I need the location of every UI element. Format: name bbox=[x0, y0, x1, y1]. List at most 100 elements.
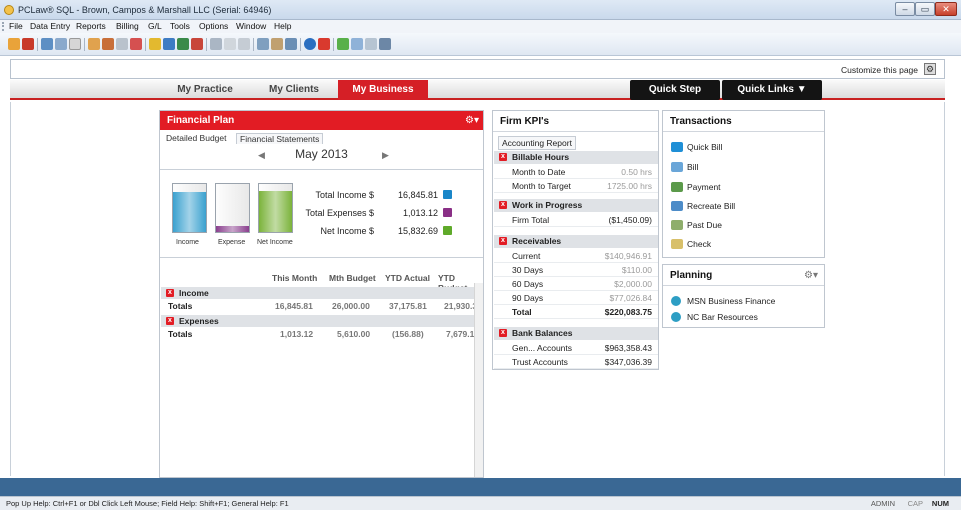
menu-file[interactable]: File bbox=[9, 21, 23, 31]
paste-icon[interactable] bbox=[285, 38, 297, 50]
next-month-arrow-icon[interactable]: ▶ bbox=[382, 150, 389, 161]
gear-icon[interactable]: ⚙▾ bbox=[804, 265, 818, 286]
cut-icon[interactable] bbox=[271, 38, 283, 50]
collapse-icon[interactable]: x bbox=[499, 237, 507, 245]
work-in-progress-header[interactable]: x Work in Progress bbox=[494, 199, 658, 212]
tab-accounting-report[interactable]: Accounting Report bbox=[498, 136, 576, 150]
time-entry-icon[interactable] bbox=[8, 38, 20, 50]
customize-page-link[interactable]: Customize this page bbox=[841, 65, 918, 75]
total-expenses-label: Total Expenses $ bbox=[305, 208, 374, 218]
tab-detailed-budget[interactable]: Detailed Budget bbox=[166, 133, 227, 143]
quick-step-button[interactable]: Quick Step bbox=[630, 80, 720, 100]
tools-icon[interactable] bbox=[365, 38, 377, 50]
add-icon[interactable] bbox=[337, 38, 349, 50]
kpi-row: 30 Days $110.00 bbox=[494, 263, 658, 277]
billing-icon[interactable] bbox=[149, 38, 161, 50]
drill-down-icon[interactable] bbox=[443, 208, 452, 217]
menu-window[interactable]: Window bbox=[236, 21, 266, 31]
income-gauge bbox=[172, 183, 207, 233]
tab-my-clients[interactable]: My Clients bbox=[250, 80, 338, 100]
income-totals-label: Totals bbox=[168, 301, 193, 311]
payment-icon bbox=[671, 182, 683, 192]
vertical-scrollbar[interactable] bbox=[474, 283, 483, 477]
expense-gauge bbox=[215, 183, 250, 233]
reports-icon[interactable] bbox=[210, 38, 222, 50]
kpi-value: $77,026.84 bbox=[609, 293, 652, 303]
tasks-icon[interactable] bbox=[130, 38, 142, 50]
tab-financial-statements[interactable]: Financial Statements bbox=[236, 133, 324, 144]
kpi-row: 60 Days $2,000.00 bbox=[494, 277, 658, 291]
planning-header: Planning ⚙▾ bbox=[663, 265, 824, 286]
gear-icon[interactable]: ⚙▾ bbox=[465, 111, 479, 130]
window-icon[interactable] bbox=[351, 38, 363, 50]
window-title: PCLaw® SQL - Brown, Campos & Marshall LL… bbox=[18, 5, 272, 15]
help-icon[interactable] bbox=[304, 38, 316, 50]
fees-icon[interactable] bbox=[22, 38, 34, 50]
income-this-month: 16,845.81 bbox=[275, 301, 313, 311]
menu-help[interactable]: Help bbox=[274, 21, 291, 31]
globe-icon bbox=[671, 312, 681, 322]
bank-balances-header[interactable]: x Bank Balances bbox=[494, 327, 658, 340]
more-icon[interactable] bbox=[379, 38, 391, 50]
receivables-header[interactable]: x Receivables bbox=[494, 235, 658, 248]
calendar-icon[interactable] bbox=[41, 38, 53, 50]
menu-data-entry[interactable]: Data Entry bbox=[30, 21, 70, 31]
kpi-value: $347,036.39 bbox=[604, 357, 652, 367]
firm-kpi-title: Firm KPI's bbox=[493, 111, 658, 132]
expenses-group-label: Expenses bbox=[179, 316, 219, 326]
recreate-bill-icon bbox=[671, 201, 683, 211]
kpi-row: Month to Date 0.50 hrs bbox=[494, 165, 658, 179]
kpi-label: Current bbox=[512, 251, 541, 261]
net-income-gauge bbox=[258, 183, 293, 233]
drill-down-icon[interactable] bbox=[443, 190, 452, 199]
kpi-value: 0.50 hrs bbox=[621, 167, 652, 177]
net-income-value: 15,832.69 bbox=[397, 226, 438, 236]
tab-my-practice[interactable]: My Practice bbox=[160, 80, 250, 100]
minimize-button[interactable]: – bbox=[895, 2, 915, 16]
kpi-row: Gen... Accounts $963,358.43 bbox=[494, 341, 658, 355]
bank-balances-label: Bank Balances bbox=[512, 328, 573, 338]
checks-icon[interactable] bbox=[177, 38, 189, 50]
payments-icon[interactable] bbox=[163, 38, 175, 50]
nav-bar: My Practice My Clients My Business Quick… bbox=[10, 80, 945, 100]
copy-icon[interactable] bbox=[257, 38, 269, 50]
work-in-progress-label: Work in Progress bbox=[512, 200, 583, 210]
maximize-button[interactable]: ▭ bbox=[915, 2, 935, 16]
menu-billing[interactable]: Billing bbox=[116, 21, 139, 31]
gear-icon[interactable]: ⚙ bbox=[924, 63, 936, 75]
kpi-label: 30 Days bbox=[512, 265, 544, 275]
total-expenses-value: 1,013.12 bbox=[402, 208, 438, 218]
matters-icon[interactable] bbox=[102, 38, 114, 50]
menu-gl[interactable]: G/L bbox=[148, 21, 162, 31]
expenses-group-header[interactable]: x Expenses bbox=[161, 315, 475, 327]
menu-reports[interactable]: Reports bbox=[76, 21, 106, 31]
collapse-icon[interactable]: x bbox=[166, 317, 174, 325]
kpi-value: $2,000.00 bbox=[614, 279, 652, 289]
kpi-label: Trust Accounts bbox=[512, 357, 568, 367]
drill-down-icon[interactable] bbox=[443, 226, 452, 235]
col-mth-budget: Mth Budget bbox=[329, 273, 376, 283]
col-ytd-actual: YTD Actual bbox=[385, 273, 431, 283]
collapse-icon[interactable]: x bbox=[499, 329, 507, 337]
documents-icon[interactable] bbox=[116, 38, 128, 50]
menu-tools[interactable]: Tools bbox=[170, 21, 190, 31]
planning-title: Planning bbox=[670, 270, 713, 281]
collapse-icon[interactable]: x bbox=[499, 153, 507, 161]
income-group-header[interactable]: x Income bbox=[161, 287, 475, 299]
printer-icon[interactable] bbox=[238, 38, 250, 50]
income-group-label: Income bbox=[179, 288, 209, 298]
close-button[interactable]: ✕ bbox=[935, 2, 957, 16]
notes-icon[interactable] bbox=[69, 38, 81, 50]
collapse-icon[interactable]: x bbox=[166, 289, 174, 297]
quick-links-button[interactable]: Quick Links ▼ bbox=[722, 80, 822, 100]
trust-icon[interactable] bbox=[191, 38, 203, 50]
net-income-label: Net Income $ bbox=[320, 226, 374, 236]
print-icon[interactable] bbox=[224, 38, 236, 50]
contacts-icon[interactable] bbox=[88, 38, 100, 50]
collapse-icon[interactable]: x bbox=[499, 201, 507, 209]
whats-this-icon[interactable] bbox=[318, 38, 330, 50]
tab-my-business[interactable]: My Business bbox=[338, 80, 428, 100]
billable-hours-header[interactable]: x Billable Hours bbox=[494, 151, 658, 164]
date-icon[interactable] bbox=[55, 38, 67, 50]
menu-options[interactable]: Options bbox=[199, 21, 228, 31]
